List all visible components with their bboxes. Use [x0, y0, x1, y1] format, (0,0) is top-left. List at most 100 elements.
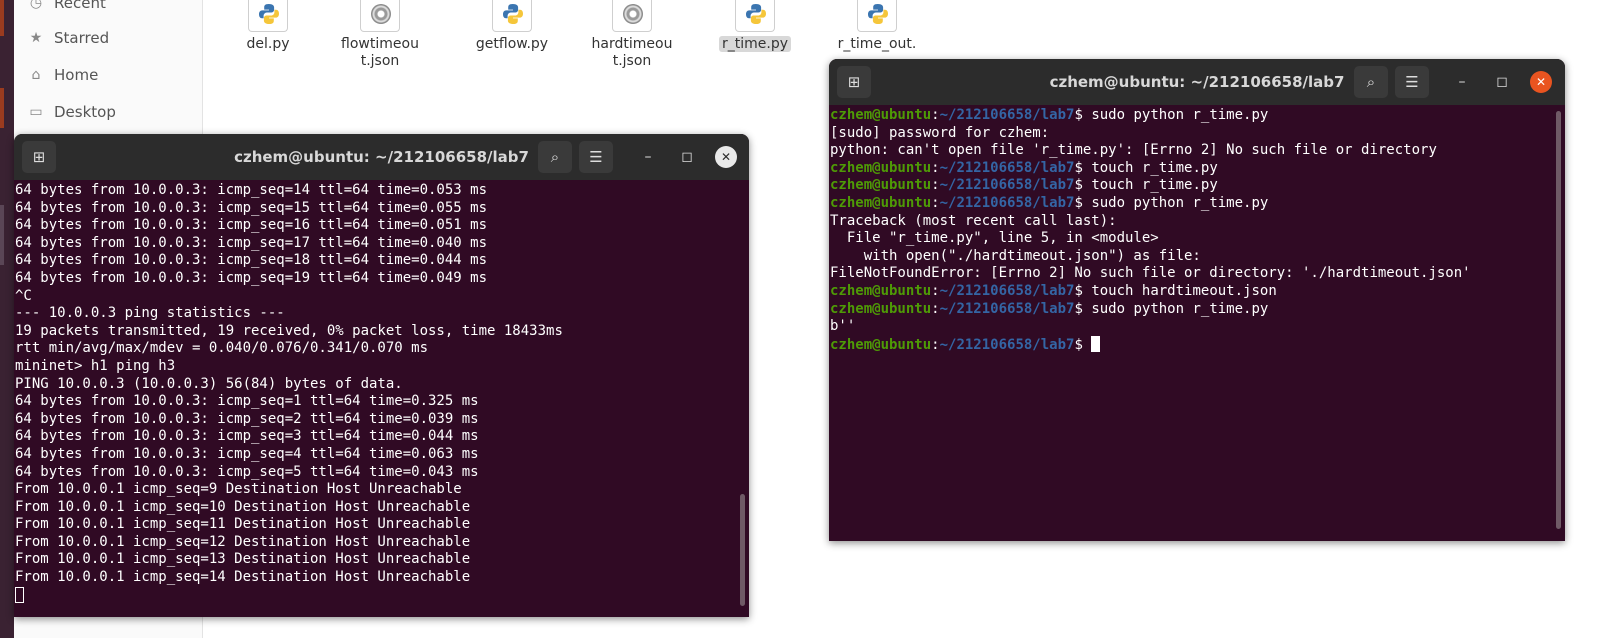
terminal-output[interactable]: czhem@ubuntu:~/212106658/lab7$ sudo pyth… — [829, 105, 1565, 541]
close-icon: ✕ — [720, 150, 732, 164]
terminal-line: czhem@ubuntu:~/212106658/lab7$ sudo pyth… — [830, 107, 1565, 125]
dock-indicator — [0, 0, 4, 36]
file-item[interactable]: flowtimeou t.json — [325, 0, 435, 70]
command-text: sudo python r_time.py — [1091, 194, 1269, 211]
search-icon: ⌕ — [550, 148, 560, 166]
python-file-icon — [248, 0, 288, 32]
terminal-line: 64 bytes from 10.0.0.3: icmp_seq=4 ttl=6… — [15, 445, 479, 462]
file-item[interactable]: del.py — [213, 0, 323, 53]
terminal-line: From 10.0.0.1 icmp_seq=13 Destination Ho… — [15, 551, 471, 568]
terminal-line: python: can't open file 'r_time.py': [Er… — [830, 142, 1437, 159]
prompt-path: ~/212106658/lab7 — [939, 336, 1075, 353]
dock-indicator — [0, 88, 4, 128]
prompt-user: czhem@ubuntu — [830, 282, 932, 299]
sidebar-item-label: Home — [54, 66, 99, 84]
file-name: hardtimeou t.json — [591, 36, 673, 69]
terminal-line: 64 bytes from 10.0.0.3: icmp_seq=14 ttl=… — [15, 182, 488, 198]
search-button[interactable]: ⌕ — [1354, 66, 1388, 98]
sidebar-item-desktop[interactable]: ▭ Desktop — [26, 100, 116, 124]
minimize-button[interactable]: – — [637, 146, 659, 168]
terminal-window-right[interactable]: ⊞ czhem@ubuntu: ~/212106658/lab7 ⌕ ☰ – ◻… — [829, 59, 1565, 541]
hamburger-menu-icon: ☰ — [589, 148, 603, 166]
minimize-icon: – — [644, 149, 652, 165]
terminal-line: czhem@ubuntu:~/212106658/lab7$ touch r_t… — [830, 177, 1565, 195]
terminal-line: 64 bytes from 10.0.0.3: icmp_seq=1 ttl=6… — [15, 393, 479, 410]
maximize-icon: ◻ — [681, 149, 693, 165]
terminal-line: [sudo] password for czhem: — [830, 124, 1050, 141]
command-text: sudo python r_time.py — [1091, 300, 1269, 317]
prompt-user: czhem@ubuntu — [830, 300, 932, 317]
new-tab-button[interactable]: ⊞ — [837, 66, 871, 98]
menu-button[interactable]: ☰ — [579, 141, 613, 173]
terminal-line: 64 bytes from 10.0.0.3: icmp_seq=17 ttl=… — [15, 234, 488, 251]
minimize-button[interactable]: – — [1451, 71, 1473, 93]
home-icon: ⌂ — [31, 67, 41, 83]
file-item[interactable]: hardtimeou t.json — [577, 0, 687, 70]
prompt-user: czhem@ubuntu — [830, 194, 932, 211]
terminal-window-left[interactable]: ⊞ czhem@ubuntu: ~/212106658/lab7 ⌕ ☰ – ◻… — [14, 134, 749, 617]
json-file-icon — [360, 0, 400, 32]
prompt-user: czhem@ubuntu — [830, 159, 932, 176]
scrollbar-thumb[interactable] — [740, 494, 745, 606]
terminal-line: 64 bytes from 10.0.0.3: icmp_seq=15 ttl=… — [15, 199, 488, 216]
sidebar-item-home[interactable]: ⌂ Home — [26, 63, 99, 87]
command-text: touch r_time.py — [1091, 177, 1218, 194]
terminal-line: FileNotFoundError: [Errno 2] No such fil… — [830, 265, 1471, 282]
terminal-line: czhem@ubuntu:~/212106658/lab7$ sudo pyth… — [830, 301, 1565, 319]
sidebar-item-label: Desktop — [54, 103, 116, 121]
terminal-line: --- 10.0.0.3 ping statistics --- — [15, 305, 285, 322]
terminal-titlebar[interactable]: ⊞ czhem@ubuntu: ~/212106658/lab7 ⌕ ☰ – ◻… — [829, 59, 1565, 105]
file-item[interactable]: getflow.py — [457, 0, 567, 53]
close-button[interactable]: ✕ — [715, 146, 737, 168]
terminal-line: File "r_time.py", line 5, in <module> — [830, 230, 1159, 247]
terminal-line: rtt min/avg/max/mdev = 0.040/0.076/0.341… — [15, 340, 429, 357]
terminal-line: PING 10.0.0.3 (10.0.0.3) 56(84) bytes of… — [15, 375, 403, 392]
prompt-user: czhem@ubuntu — [830, 177, 932, 194]
command-text: touch hardtimeout.json — [1091, 282, 1277, 299]
search-button[interactable]: ⌕ — [538, 141, 572, 173]
menu-button[interactable]: ☰ — [1395, 66, 1429, 98]
terminal-cursor — [15, 586, 24, 603]
file-name: r_time.py — [718, 36, 791, 52]
prompt-path: ~/212106658/lab7 — [939, 177, 1075, 194]
maximize-icon: ◻ — [1496, 74, 1508, 90]
terminal-line: b'' — [830, 318, 856, 335]
terminal-line: mininet> h1 ping h3 — [15, 357, 176, 374]
prompt-symbol: $ — [1074, 107, 1092, 123]
terminal-line — [15, 586, 749, 605]
terminal-titlebar[interactable]: ⊞ czhem@ubuntu: ~/212106658/lab7 ⌕ ☰ – ◻… — [14, 134, 749, 180]
desktop-icon: ▭ — [29, 104, 43, 120]
terminal-line: 19 packets transmitted, 19 received, 0% … — [15, 322, 563, 339]
file-item[interactable]: r_time_out. — [822, 0, 932, 53]
prompt-user: czhem@ubuntu — [830, 336, 932, 353]
terminal-line: 64 bytes from 10.0.0.3: icmp_seq=18 ttl=… — [15, 252, 488, 269]
terminal-cursor — [1091, 335, 1101, 352]
terminal-line: Traceback (most recent call last): — [830, 212, 1117, 229]
command-text: touch r_time.py — [1091, 159, 1218, 176]
prompt-symbol: $ — [1074, 177, 1092, 194]
file-name: flowtimeou t.json — [341, 36, 419, 69]
python-file-icon — [492, 0, 532, 32]
sidebar-item-starred[interactable]: ★ Starred — [26, 26, 109, 50]
clock-icon: ◷ — [29, 0, 43, 11]
new-tab-button[interactable]: ⊞ — [22, 141, 56, 173]
terminal-line: 64 bytes from 10.0.0.3: icmp_seq=3 ttl=6… — [15, 428, 479, 445]
terminal-line: czhem@ubuntu:~/212106658/lab7$ — [830, 335, 1565, 354]
minimize-icon: – — [1458, 74, 1466, 90]
prompt-path: ~/212106658/lab7 — [939, 300, 1075, 317]
maximize-button[interactable]: ◻ — [1491, 71, 1513, 93]
prompt-separator: : — [931, 177, 940, 194]
terminal-line: with open("./hardtimeout.json") as file: — [830, 247, 1201, 264]
terminal-output[interactable]: 64 bytes from 10.0.0.3: icmp_seq=14 ttl=… — [14, 180, 749, 617]
file-item-selected[interactable]: r_time.py — [700, 0, 810, 53]
close-button[interactable]: ✕ — [1530, 71, 1552, 93]
prompt-symbol: $ — [1074, 300, 1092, 317]
terminal-line: From 10.0.0.1 icmp_seq=12 Destination Ho… — [15, 533, 471, 550]
scrollbar-thumb[interactable] — [1556, 111, 1561, 529]
terminal-line: From 10.0.0.1 icmp_seq=10 Destination Ho… — [15, 498, 471, 515]
terminal-line: From 10.0.0.1 icmp_seq=11 Destination Ho… — [15, 516, 471, 533]
dock — [0, 0, 14, 638]
maximize-button[interactable]: ◻ — [676, 146, 698, 168]
new-tab-icon: ⊞ — [32, 148, 46, 166]
sidebar-item-recent[interactable]: ◷ Recent — [26, 0, 106, 15]
